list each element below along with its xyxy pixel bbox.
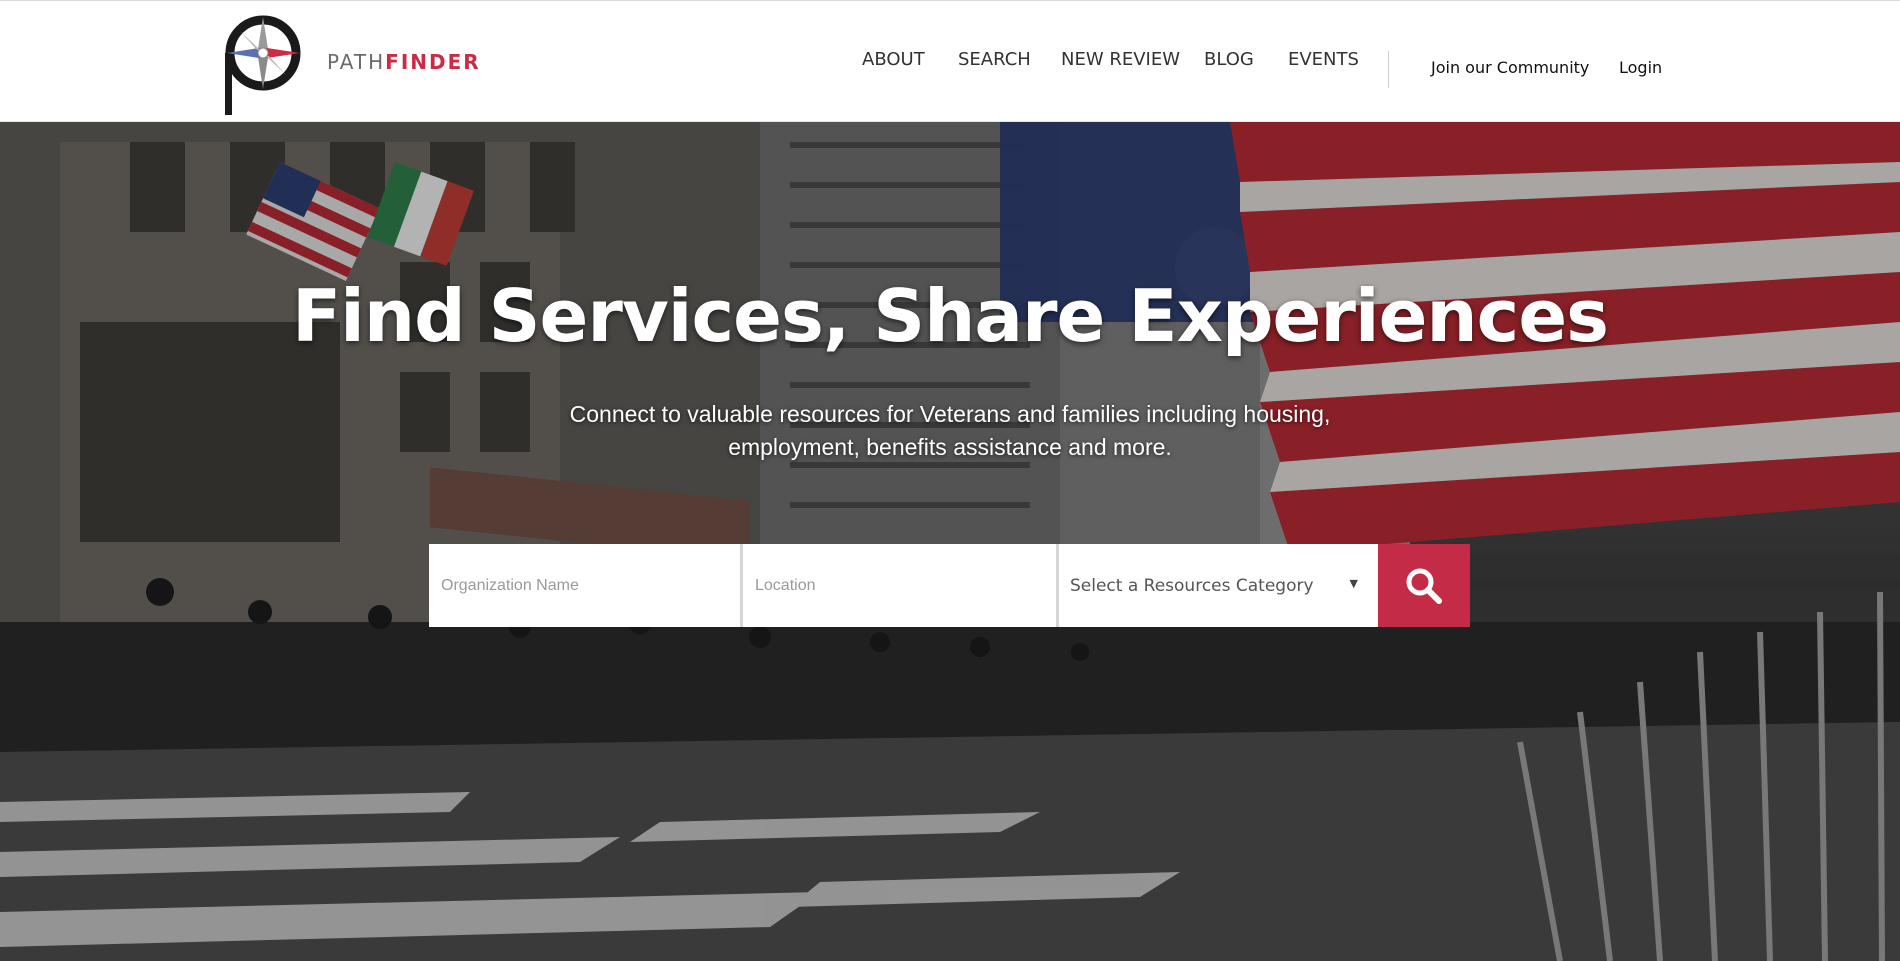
pathfinder-logo[interactable]: PATHFINDER xyxy=(218,13,481,117)
organization-field xyxy=(429,544,743,627)
nav-divider xyxy=(1388,51,1389,88)
category-select-value: Select a Resources Category xyxy=(1070,575,1314,596)
location-input[interactable] xyxy=(743,544,1056,627)
search-icon xyxy=(1406,568,1442,604)
hero-section: Find Services, Share Experiences Connect… xyxy=(0,122,1900,961)
site-header: PATHFINDER ABOUT SEARCH NEW REVIEW BLOG … xyxy=(0,0,1900,122)
hero-subtitle: Connect to valuable resources for Vetera… xyxy=(569,401,1331,460)
nav-about[interactable]: ABOUT xyxy=(862,49,925,70)
nav-events[interactable]: EVENTS xyxy=(1288,49,1359,70)
logo-word-finder: FINDER xyxy=(385,50,481,74)
nav-search[interactable]: SEARCH xyxy=(958,49,1031,70)
location-field xyxy=(743,544,1059,627)
hero-title: Find Services, Share Experiences xyxy=(291,274,1609,358)
hero-background-image xyxy=(0,122,1900,961)
search-button[interactable] xyxy=(1378,544,1470,627)
login-link[interactable]: Login xyxy=(1619,58,1662,77)
organization-name-input[interactable] xyxy=(429,544,740,627)
join-community-link[interactable]: Join our Community xyxy=(1431,58,1589,77)
dropdown-arrow-icon: ▼ xyxy=(1349,577,1358,590)
nav-blog[interactable]: BLOG xyxy=(1204,49,1254,70)
search-bar: Select a Resources Category ▼ xyxy=(429,544,1470,627)
compass-logo-icon xyxy=(225,15,301,115)
logo-wordmark: PATHFINDER xyxy=(327,50,481,74)
resources-category-select[interactable]: Select a Resources Category ▼ xyxy=(1059,544,1382,627)
nav-new-review[interactable]: NEW REVIEW xyxy=(1061,49,1180,70)
logo-word-path: PATH xyxy=(327,50,386,74)
